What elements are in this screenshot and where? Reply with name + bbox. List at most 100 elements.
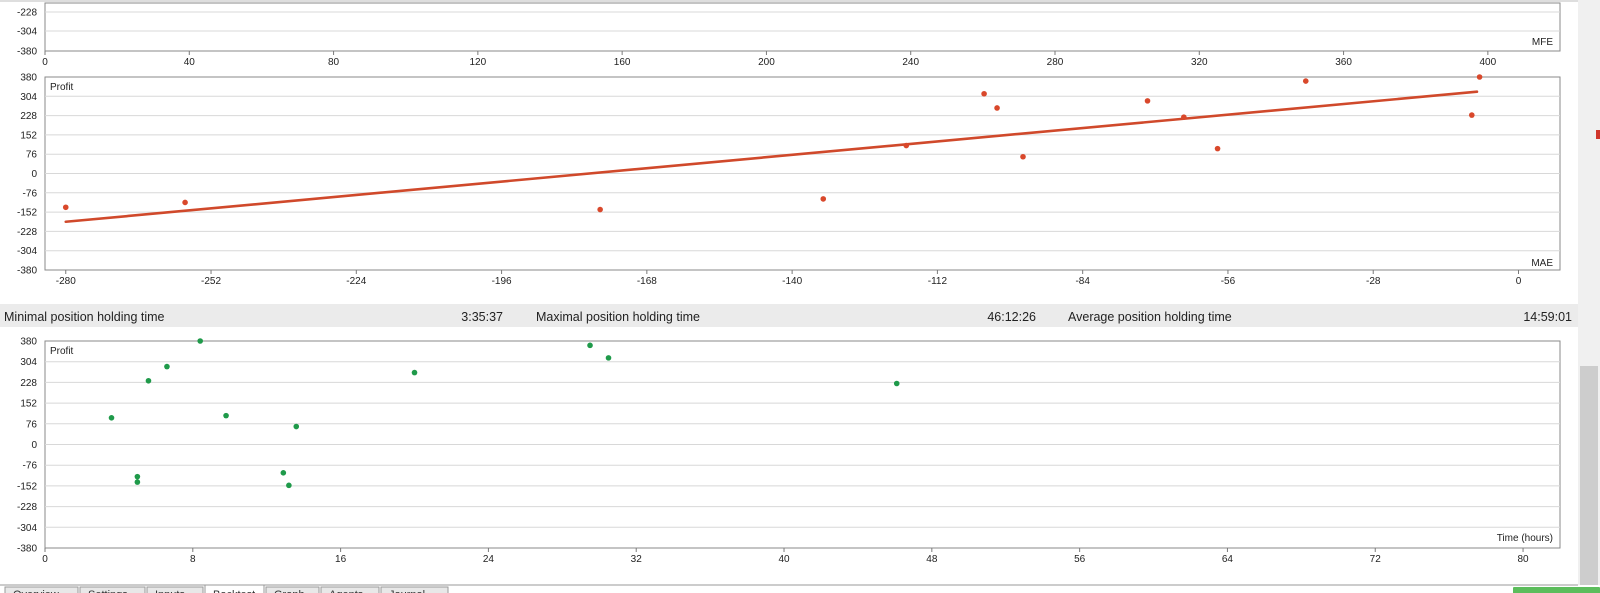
tab-label: Journal (389, 589, 425, 593)
holding-data-point (134, 473, 141, 480)
mfe-x-tick-label: 80 (328, 57, 340, 68)
holding-data-point (605, 355, 612, 361)
holding-data-point (286, 482, 292, 489)
mae-data-point (1144, 98, 1151, 104)
mfe-x-tick-label: 360 (1335, 57, 1352, 68)
mfe-y-tick-label: -380 (17, 47, 37, 58)
mfe-x-tick-label: 240 (902, 57, 919, 68)
mae-data-point (1468, 112, 1475, 118)
mae-y-axis-label: Profit (50, 82, 74, 93)
holding-x-tick-label: 72 (1370, 554, 1382, 565)
mae-x-tick-label: -280 (56, 276, 76, 287)
mae-data-point (182, 199, 188, 206)
mae-data-point (981, 90, 987, 97)
start-button[interactable] (1513, 587, 1600, 593)
mae-x-tick-label: -84 (1075, 276, 1090, 287)
tab-label: Backtest (213, 589, 255, 593)
holding-y-tick-label: 0 (31, 440, 37, 451)
tab-journal[interactable]: Journal (380, 586, 449, 593)
tab-settings[interactable]: Settings (79, 586, 146, 593)
mae-x-tick-label: -112 (928, 276, 948, 287)
holding-x-tick-label: 8 (190, 554, 196, 565)
holding-y-tick-label: -76 (23, 461, 38, 472)
mae-data-point (1302, 78, 1309, 84)
holding-x-tick-label: 32 (631, 554, 643, 565)
mae-data-point (820, 196, 827, 202)
holding-data-point (893, 380, 900, 387)
mae-y-tick-label: 76 (26, 150, 38, 161)
holding-x-tick-label: 24 (483, 554, 495, 565)
holding-data-point (134, 479, 141, 485)
holding-data-point (164, 363, 170, 370)
mae-y-tick-label: 228 (20, 111, 37, 122)
tab-label: Settings (88, 589, 128, 593)
holding-data-point (145, 377, 152, 384)
holding-y-tick-label: -152 (17, 481, 37, 492)
holding-y-tick-label: -304 (17, 523, 37, 534)
scroll-marker (1596, 130, 1600, 139)
max-holding-time-value: 46:12:26 (987, 310, 1036, 324)
tab-label: Overview (13, 589, 59, 593)
holding-x-tick-label: 80 (1517, 554, 1529, 565)
tab-overview[interactable]: Overview (4, 586, 79, 593)
holding-x-tick-label: 64 (1222, 554, 1234, 565)
holding-y-tick-label: 380 (20, 337, 37, 348)
holding-y-tick-label: 152 (20, 399, 37, 410)
holding-y-axis-label: Profit (50, 346, 74, 357)
mae-chart: 380 304 228 152 76 0 -76 -152 -228 -304 -380 -280 -2… (17, 73, 1561, 287)
holding-x-tick-label: 48 (926, 554, 938, 565)
start-button-body[interactable] (1513, 587, 1600, 593)
tab-label: Agents (329, 589, 364, 593)
mae-x-tick-label: -28 (1366, 276, 1381, 287)
mae-y-tick-label: -380 (17, 266, 37, 277)
mae-data-point (903, 142, 910, 149)
tab-inputs[interactable]: Inputs (146, 586, 204, 593)
mae-y-tick-label: -152 (17, 208, 37, 219)
holding-x-axis-label: Time (hours) (1497, 533, 1553, 544)
mae-data-point (1181, 114, 1187, 120)
mae-data-point (994, 105, 1000, 111)
mae-data-point (1214, 145, 1221, 152)
mfe-x-axis-label: MFE (1532, 37, 1553, 48)
mae-y-tick-label: -228 (17, 227, 37, 238)
tab-label: Graph (274, 589, 305, 593)
mae-y-tick-label: 380 (20, 73, 37, 84)
mae-x-tick-label: -56 (1221, 276, 1236, 287)
mfe-x-tick-label: 280 (1047, 57, 1064, 68)
avg-holding-time-value: 14:59:01 (1523, 310, 1572, 324)
mae-y-tick-label: 152 (20, 130, 37, 141)
min-holding-time-label: Minimal position holding time (4, 310, 165, 324)
mae-x-tick-label: -168 (637, 276, 657, 287)
mae-y-tick-label: -304 (17, 246, 37, 257)
vertical-scrollbar[interactable] (1578, 0, 1600, 585)
tab-graph[interactable]: Graph (265, 586, 320, 593)
holding-y-tick-label: -228 (17, 502, 37, 513)
scrollbar-thumb[interactable] (1580, 366, 1598, 585)
mae-y-tick-label: 304 (20, 92, 37, 103)
holding-x-tick-label: 0 (42, 554, 48, 565)
holding-data-point (197, 338, 203, 344)
mfe-y-tick-label: -228 (17, 8, 37, 19)
mfe-x-tick-label: 160 (614, 57, 631, 68)
mae-x-tick-label: -252 (201, 276, 221, 287)
holding-time-stats-bar: Minimal position holding time 3:35:37 Ma… (0, 304, 1578, 327)
mae-x-axis-label: MAE (1531, 258, 1553, 269)
mae-y-tick-label: 0 (31, 169, 37, 180)
tab-agents[interactable]: Agents (320, 586, 380, 593)
mae-x-tick-label: -196 (492, 276, 512, 287)
mae-data-point (1020, 153, 1026, 160)
holding-data-point (411, 369, 418, 376)
tab-strip: Overview Settings Inputs Backtest Graph Agent… (0, 584, 1578, 593)
mae-y-tick-label: -76 (23, 188, 38, 199)
mfe-x-tick-label: 400 (1480, 57, 1497, 68)
mae-data-point (62, 204, 69, 211)
mae-x-tick-label: -224 (346, 276, 366, 287)
holding-y-tick-label: 76 (26, 419, 38, 430)
tab-backtest[interactable]: Backtest (204, 584, 265, 593)
mfe-x-tick-label: 200 (758, 57, 775, 68)
mfe-y-tick-label: -304 (17, 27, 37, 38)
mfe-x-tick-label: 0 (42, 57, 48, 68)
holding-x-tick-label: 40 (778, 554, 790, 565)
holding-data-point (587, 342, 593, 349)
holding-data-point (108, 415, 115, 421)
